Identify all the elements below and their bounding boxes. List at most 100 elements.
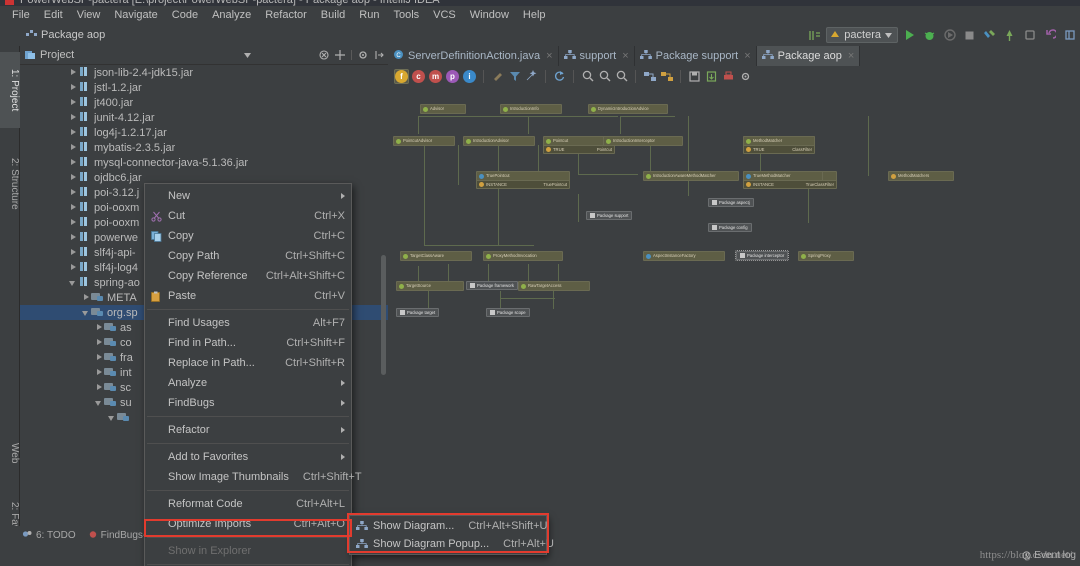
context-menu-item-optimize-imports[interactable]: Optimize Imports Ctrl+Alt+O — [145, 514, 351, 534]
diagram-class-node[interactable]: MethodMatchers — [888, 171, 954, 181]
run-button[interactable] — [901, 27, 918, 44]
editor-tab-serverdefinitionaction-java[interactable]: C ServerDefinitionAction.java × — [388, 46, 559, 66]
fit-content-icon[interactable] — [642, 69, 657, 84]
context-menu-item-copy-reference[interactable]: Copy Reference Ctrl+Alt+Shift+C — [145, 266, 351, 286]
diagram-class-node[interactable]: PointcutAdvisor — [393, 136, 455, 146]
settings-button[interactable] — [1061, 27, 1078, 44]
diagram-class-node[interactable]: MethodMatcher — [743, 136, 815, 146]
context-menu-item-copy[interactable]: Copy Ctrl+C — [145, 226, 351, 246]
editor-tab-package-support[interactable]: Package support × — [635, 46, 757, 66]
menu-analyze[interactable]: Analyze — [205, 7, 258, 23]
chevron-right-icon[interactable] — [95, 353, 104, 362]
project-tree-scrollbar[interactable] — [380, 65, 387, 544]
close-icon[interactable]: × — [546, 50, 552, 62]
visibility-icon[interactable] — [490, 69, 505, 84]
breadcrumb[interactable]: Package aop — [0, 29, 105, 41]
fields-toggle[interactable]: f — [394, 68, 409, 84]
scrollbar-thumb[interactable] — [381, 255, 386, 375]
context-menu-item-add-to-favorites[interactable]: Add to Favorites — [145, 447, 351, 467]
inner-classes-toggle[interactable]: i — [462, 69, 477, 84]
chevron-right-icon[interactable] — [69, 263, 78, 272]
context-menu-item-new[interactable]: New — [145, 186, 351, 206]
chevron-right-icon[interactable] — [69, 143, 78, 152]
diagram-package-node[interactable]: Package support — [586, 211, 633, 220]
close-icon[interactable]: × — [848, 50, 854, 62]
chevron-right-icon[interactable] — [95, 323, 104, 332]
context-menu-item-find-usages[interactable]: Find Usages Alt+F7 — [145, 313, 351, 333]
zoom-out-icon[interactable] — [597, 69, 612, 84]
filter-icon[interactable] — [507, 69, 522, 84]
tree-node[interactable]: json-lib-2.4-jdk15.jar — [20, 65, 388, 80]
build-button[interactable] — [981, 27, 998, 44]
chevron-down-icon[interactable] — [82, 308, 91, 317]
close-icon[interactable]: × — [622, 50, 628, 62]
export-icon[interactable] — [704, 69, 719, 84]
event-log-button[interactable]: Event log — [1022, 550, 1076, 561]
menu-build[interactable]: Build — [314, 7, 352, 23]
menu-code[interactable]: Code — [165, 7, 205, 23]
tree-node[interactable]: mybatis-2.3.5.jar — [20, 140, 388, 155]
diagram-class-node[interactable]: TargetClassAware — [400, 251, 472, 261]
chevron-right-icon[interactable] — [69, 98, 78, 107]
zoom-in-icon[interactable] — [580, 69, 595, 84]
menu-bar[interactable]: File Edit View Navigate Code Analyze Refactor B… — [0, 6, 1080, 23]
chevron-right-icon[interactable] — [69, 68, 78, 77]
chevron-down-icon[interactable] — [108, 413, 117, 422]
context-menu-item-reformat-code[interactable]: Reformat Code Ctrl+Alt+L — [145, 494, 351, 514]
context-menu-item-show-image-thumbnails[interactable]: Show Image Thumbnails Ctrl+Shift+T — [145, 467, 362, 487]
bottom-tab-6--todo[interactable]: 6: TODO — [22, 529, 76, 542]
diagram-class-node[interactable]: AspectInstanceFactory — [643, 251, 725, 261]
menu-tools[interactable]: Tools — [386, 7, 426, 23]
chevron-right-icon[interactable] — [69, 203, 78, 212]
editor-tab-strip[interactable]: C ServerDefinitionAction.java × support × Pac… — [388, 46, 1080, 66]
context-menu-item-find-in-path---[interactable]: Find in Path... Ctrl+Shift+F — [145, 333, 351, 353]
refresh-icon[interactable] — [552, 69, 567, 84]
context-menu[interactable]: New Cut Ctrl+X Copy Ctrl+C Copy Path Ctrl+Shif… — [144, 183, 362, 566]
tree-node[interactable]: mysql-connector-java-5.1.36.jar — [20, 155, 388, 170]
context-menu-item-refactor[interactable]: Refactor — [145, 420, 351, 440]
chevron-right-icon[interactable] — [69, 173, 78, 182]
save-icon[interactable] — [687, 69, 702, 84]
actual-size-icon[interactable] — [614, 69, 629, 84]
submenu-item-show-diagram---[interactable]: Show Diagram... Ctrl+Alt+Shift+U — [350, 517, 547, 535]
chevron-right-icon[interactable] — [69, 248, 78, 257]
menu-view[interactable]: View — [70, 7, 108, 23]
menu-file[interactable]: File — [5, 7, 37, 23]
undo-button[interactable] — [1041, 27, 1058, 44]
diagram-class-node[interactable]: RawTargetAccess — [518, 281, 590, 291]
chevron-down-icon[interactable] — [69, 278, 78, 287]
layout-icon[interactable] — [659, 69, 674, 84]
menu-help[interactable]: Help — [516, 7, 553, 23]
debug-button[interactable] — [921, 27, 938, 44]
diagram-class-node[interactable]: IntroductionInfo — [500, 104, 562, 114]
collapse-all-icon[interactable] — [319, 50, 329, 60]
chevron-right-icon[interactable] — [82, 293, 91, 302]
chevron-right-icon[interactable] — [69, 188, 78, 197]
tool-tab-project[interactable]: 1: Project — [0, 52, 20, 128]
diagram-class-node[interactable]: ProxyMethodInvocation — [483, 251, 563, 261]
tree-node[interactable]: jstl-1.2.jar — [20, 80, 388, 95]
diagram-class-node[interactable]: TrueMethodMatcher — [743, 171, 823, 181]
diagram-class-node[interactable]: TargetSource — [396, 281, 464, 291]
tree-node[interactable]: log4j-1.2.17.jar — [20, 125, 388, 140]
chevron-right-icon[interactable] — [69, 158, 78, 167]
chevron-right-icon[interactable] — [69, 233, 78, 242]
diagrams-submenu[interactable]: Show Diagram... Ctrl+Alt+Shift+U Show Diag… — [349, 515, 554, 555]
gear-icon[interactable] — [358, 50, 368, 60]
properties-toggle[interactable]: p — [445, 69, 460, 84]
diagram-toolbar[interactable]: fcmpi — [388, 66, 1080, 86]
diagram-package-node[interactable]: Package interceptor — [734, 250, 790, 261]
context-menu-item-findbugs[interactable]: FindBugs — [145, 393, 351, 413]
diagram-package-node[interactable]: Package scope — [486, 308, 530, 317]
menu-navigate[interactable]: Navigate — [107, 7, 164, 23]
menu-edit[interactable]: Edit — [37, 7, 70, 23]
diagram-package-node[interactable]: Package target — [396, 308, 440, 317]
diagram-class-node[interactable]: IntroductionInterceptor — [603, 136, 683, 146]
diagram-class-node[interactable]: IntroductionAwareMethodMatcher — [643, 171, 739, 181]
editor-tab-support[interactable]: support × — [559, 46, 635, 66]
chevron-right-icon[interactable] — [95, 338, 104, 347]
menu-vcs[interactable]: VCS — [426, 7, 463, 23]
editor-tab-package-aop[interactable]: Package aop × — [756, 46, 861, 66]
diagram-package-node[interactable]: Package aspectj — [708, 198, 754, 207]
constructors-toggle[interactable]: c — [411, 69, 426, 84]
